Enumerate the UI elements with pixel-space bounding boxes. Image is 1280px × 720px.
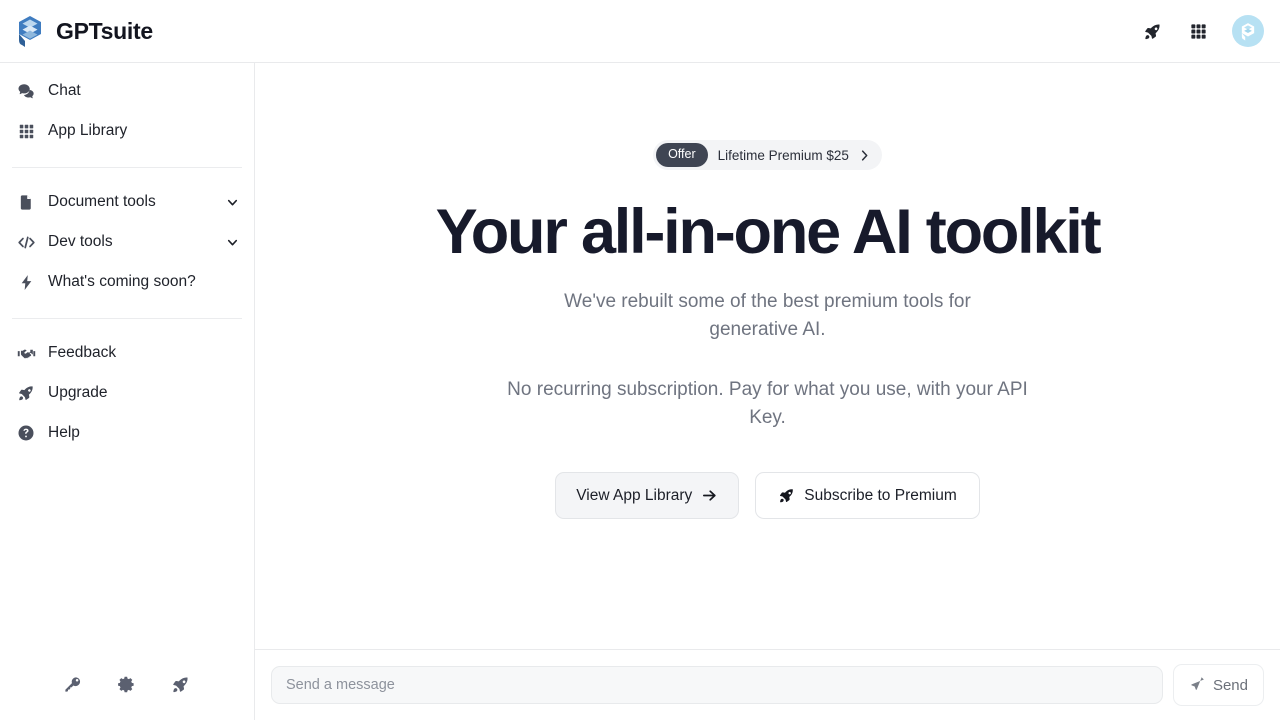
hero-paragraph-2: No recurring subscription. Pay for what … — [507, 379, 1028, 429]
cta-row: View App Library Subscribe to Premium — [555, 472, 980, 520]
rocket-icon — [778, 487, 795, 504]
chevron-down-icon[interactable] — [224, 194, 240, 210]
sidebar-item-help[interactable]: Help — [0, 413, 254, 453]
sidebar-footer — [0, 674, 254, 720]
grid-icon — [16, 121, 36, 141]
view-app-library-button[interactable]: View App Library — [555, 472, 740, 520]
message-input[interactable] — [271, 666, 1163, 704]
sidebar-tools-group: Document tools Dev tools What's coming s… — [0, 182, 254, 302]
rocket-icon — [16, 383, 36, 403]
offer-banner[interactable]: Offer Lifetime Premium $25 — [653, 140, 882, 170]
app-body: Chat App Library Document tools Dev tool… — [0, 63, 1280, 720]
sidebar-item-upgrade[interactable]: Upgrade — [0, 373, 254, 413]
rocket-icon[interactable] — [1140, 19, 1164, 43]
view-app-library-label: View App Library — [576, 486, 693, 504]
sidebar-secondary-group: Feedback Upgrade Help — [0, 333, 254, 453]
sidebar-item-label: Chat — [48, 82, 81, 99]
sidebar-item-app-library[interactable]: App Library — [0, 111, 254, 151]
chevron-right-icon — [857, 148, 872, 163]
sidebar-item-chat[interactable]: Chat — [0, 71, 254, 111]
sidebar-item-label: Dev tools — [48, 233, 113, 250]
sidebar-divider-2 — [12, 318, 242, 319]
sidebar-item-document-tools[interactable]: Document tools — [0, 182, 254, 222]
main-content: Offer Lifetime Premium $25 Your all-in-o… — [255, 63, 1280, 720]
sidebar: Chat App Library Document tools Dev tool… — [0, 63, 255, 720]
handshake-icon — [16, 343, 36, 363]
send-button[interactable]: Send — [1172, 664, 1264, 706]
code-brackets-icon — [16, 232, 36, 252]
paper-plane-icon — [1189, 676, 1206, 694]
gptsuite-logo-icon — [14, 14, 46, 48]
rocket-icon[interactable] — [170, 674, 190, 694]
arrow-right-icon — [701, 487, 718, 504]
sidebar-item-label: What's coming soon? — [48, 273, 196, 290]
sidebar-item-label: App Library — [48, 122, 128, 139]
offer-text: Lifetime Premium $25 — [717, 147, 849, 163]
chat-bubbles-icon — [16, 81, 36, 101]
hero-paragraph-1: We've rebuilt some of the best premium t… — [564, 291, 971, 341]
page-title: Your all-in-one AI toolkit — [435, 197, 1102, 267]
sidebar-item-label: Document tools — [48, 193, 156, 210]
app-root: GPTsuite Chat App Library Document tools… — [0, 0, 1280, 720]
avatar[interactable] — [1232, 15, 1264, 47]
offer-badge: Offer — [656, 143, 708, 167]
gear-icon[interactable] — [116, 674, 136, 694]
sidebar-item-label: Help — [48, 424, 80, 441]
hero-section: Offer Lifetime Premium $25 Your all-in-o… — [255, 63, 1280, 649]
message-composer: Send — [255, 649, 1280, 720]
sidebar-item-dev-tools[interactable]: Dev tools — [0, 222, 254, 262]
send-label: Send — [1212, 676, 1248, 694]
lightning-bolt-icon — [16, 272, 36, 292]
subscribe-to-premium-label: Subscribe to Premium — [804, 486, 957, 504]
question-circle-icon — [16, 423, 36, 443]
sidebar-item-feedback[interactable]: Feedback — [0, 333, 254, 373]
subscribe-to-premium-button[interactable]: Subscribe to Premium — [755, 472, 980, 520]
sidebar-item-label: Upgrade — [48, 384, 108, 401]
key-icon[interactable] — [62, 674, 82, 694]
document-icon — [16, 192, 36, 212]
sidebar-item-label: Feedback — [48, 344, 117, 361]
chevron-down-icon[interactable] — [224, 234, 240, 250]
grid-icon[interactable] — [1186, 19, 1210, 43]
app-header: GPTsuite — [0, 0, 1280, 63]
brand[interactable]: GPTsuite — [14, 14, 153, 48]
sidebar-divider-1 — [12, 167, 242, 168]
header-actions — [1140, 15, 1264, 47]
app-title: GPTsuite — [56, 17, 153, 44]
sidebar-item-whats-coming-soon[interactable]: What's coming soon? — [0, 262, 254, 302]
sidebar-primary-group: Chat App Library — [0, 71, 254, 151]
